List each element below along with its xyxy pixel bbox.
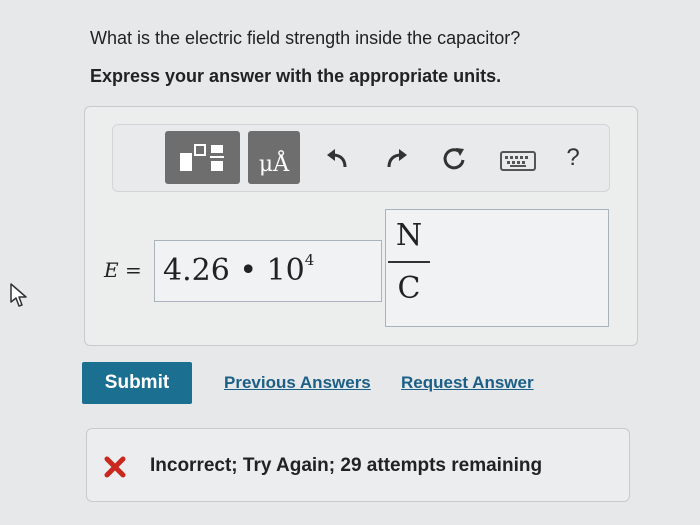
fraction-bar — [388, 261, 430, 263]
feedback-message: Incorrect; Try Again; 29 attempts remain… — [150, 455, 543, 476]
undo-icon — [327, 149, 347, 168]
redo-button[interactable] — [383, 145, 411, 173]
units-glyph: μÅ — [258, 152, 290, 177]
templates-icon — [180, 144, 224, 171]
unit-numerator: N — [395, 218, 423, 253]
value-base: 10 — [266, 253, 305, 288]
previous-answers-link[interactable]: Previous Answers — [224, 373, 371, 393]
unit-denominator: C — [397, 271, 421, 306]
submit-button[interactable]: Submit — [82, 362, 192, 404]
reset-button[interactable] — [440, 145, 468, 173]
equation-label: E = — [104, 258, 142, 282]
request-answer-link[interactable]: Request Answer — [401, 373, 534, 393]
equals-sign: = — [124, 258, 142, 282]
undo-button[interactable] — [323, 145, 351, 173]
mouse-cursor-icon — [10, 283, 27, 307]
keyboard-button[interactable] — [500, 150, 536, 172]
redo-icon — [387, 149, 407, 168]
multiply-dot: • — [239, 253, 258, 288]
help-button[interactable]: ? — [560, 143, 586, 173]
value-mantissa: 4.26 — [163, 253, 230, 288]
value-exponent: 4 — [304, 251, 315, 269]
unit-fraction: N C — [388, 214, 430, 311]
mastering-question-page: What is the electric field strength insi… — [0, 0, 700, 525]
reset-icon — [443, 148, 465, 170]
units-button[interactable]: μÅ — [248, 131, 300, 184]
question-instruction: Express your answer with the appropriate… — [90, 66, 502, 86]
question-text: What is the electric field strength insi… — [90, 28, 521, 48]
templates-button[interactable] — [165, 131, 240, 184]
variable-name: E — [104, 258, 119, 282]
x-icon — [104, 456, 126, 478]
keyboard-icon — [500, 151, 536, 171]
value-input[interactable]: 4.26 • 104 — [154, 240, 382, 302]
